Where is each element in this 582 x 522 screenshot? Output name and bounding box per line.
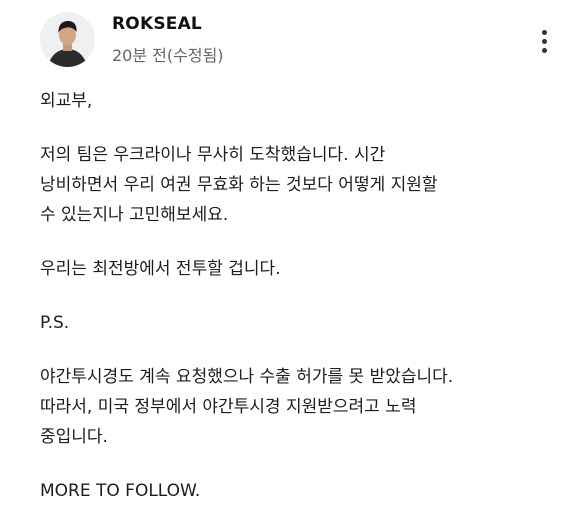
post-line: 따라서, 미국 정부에서 야간투시경 지원받으려고 노력: [40, 397, 417, 417]
post-line: 우리는 최전방에서 전투할 겁니다.: [40, 259, 281, 279]
post-line: P.S.: [40, 313, 70, 333]
post-paragraph: P.S.: [40, 308, 560, 338]
more-vertical-icon-dot: [541, 38, 547, 44]
post-line: 저의 팀은 우크라이나 무사히 도착했습니다. 시간: [40, 145, 386, 165]
more-vertical-icon-dot: [541, 47, 547, 53]
post-line: 외교부,: [40, 91, 93, 111]
author-name[interactable]: ROKSEAL: [112, 14, 202, 34]
post-line: 야간투시경도 계속 요청했으나 수출 허가를 못 받았습니다.: [40, 367, 454, 387]
post-paragraph: 야간투시경도 계속 요청했으나 수출 허가를 못 받았습니다. 따라서, 미국 …: [40, 362, 560, 452]
post-paragraph: 저의 팀은 우크라이나 무사히 도착했습니다. 시간 낭비하면서 우리 여권 무…: [40, 140, 560, 230]
more-options-button[interactable]: [533, 24, 555, 58]
post-paragraph: MORE TO FOLLOW.: [40, 476, 560, 506]
avatar[interactable]: [40, 12, 95, 67]
post-paragraph: 우리는 최전방에서 전투할 겁니다.: [40, 254, 560, 284]
post-line: 중입니다.: [40, 427, 108, 447]
more-vertical-icon: [541, 29, 547, 35]
post-header: ROKSEAL 20분 전(수정됨): [40, 12, 560, 72]
post-line: MORE TO FOLLOW.: [40, 481, 201, 501]
post-body: 외교부, 저의 팀은 우크라이나 무사히 도착했습니다. 시간 낭비하면서 우리…: [40, 86, 560, 506]
post-line: 낭비하면서 우리 여권 무효화 하는 것보다 어떻게 지원할: [40, 175, 438, 195]
post-line: 수 있는지나 고민해보세요.: [40, 205, 229, 225]
post-paragraph: 외교부,: [40, 86, 560, 116]
post-timestamp: 20분 전(수정됨): [112, 46, 224, 65]
avatar-photo: [40, 12, 95, 67]
